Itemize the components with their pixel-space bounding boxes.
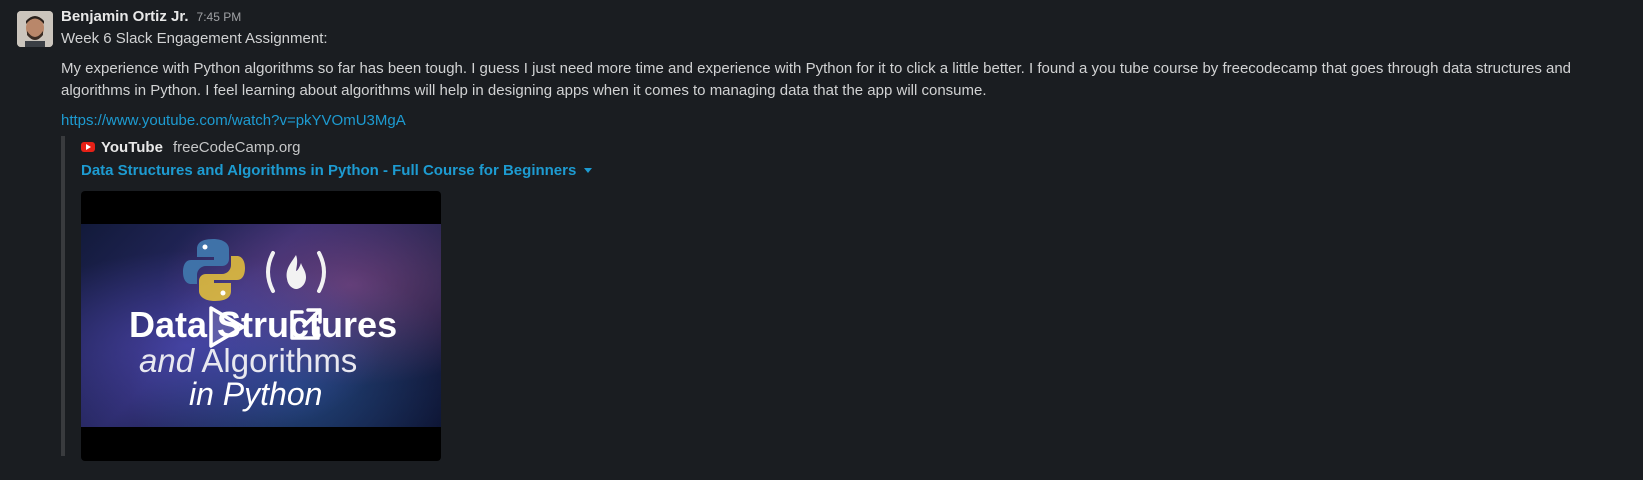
- avatar[interactable]: [17, 11, 53, 47]
- youtube-icon: [81, 142, 95, 152]
- provider-name: YouTube: [101, 138, 163, 156]
- caret-down-icon[interactable]: [584, 167, 593, 173]
- message-link[interactable]: https://www.youtube.com/watch?v=pkYVOmU3…: [61, 110, 1635, 132]
- unfurl-provider: YouTube freeCodeCamp.org: [81, 136, 1635, 158]
- play-icon[interactable]: [205, 304, 247, 350]
- message: Benjamin Ortiz Jr. 7:45 PM Week 6 Slack …: [0, 0, 1643, 480]
- video-player[interactable]: Data Structures and Algorithms in Python: [81, 191, 441, 461]
- message-content: Benjamin Ortiz Jr. 7:45 PM Week 6 Slack …: [61, 8, 1635, 461]
- link-unfurl: YouTube freeCodeCamp.org Data Structures…: [61, 136, 1635, 461]
- thumbnail-and: and: [139, 342, 195, 379]
- thumbnail-title-line2: and Algorithms: [139, 342, 357, 380]
- channel-name[interactable]: freeCodeCamp.org: [173, 139, 301, 156]
- message-paragraph: My experience with Python algorithms so …: [61, 60, 1572, 99]
- thumbnail-title-line3: in Python: [189, 376, 323, 412]
- author-name[interactable]: Benjamin Ortiz Jr.: [61, 8, 189, 25]
- video-thumbnail[interactable]: Data Structures and Algorithms in Python: [81, 224, 441, 427]
- message-timestamp[interactable]: 7:45 PM: [197, 10, 242, 24]
- message-header: Benjamin Ortiz Jr. 7:45 PM: [61, 8, 1635, 28]
- freecodecamp-logo-icon: [266, 251, 326, 293]
- python-logo-icon: [183, 239, 245, 301]
- external-link-icon[interactable]: [286, 306, 324, 344]
- unfurl-title[interactable]: Data Structures and Algorithms in Python…: [81, 162, 576, 179]
- thumbnail-title-line1: Data Structures: [129, 304, 398, 345]
- unfurl-title-row: Data Structures and Algorithms in Python…: [81, 158, 1635, 182]
- message-line: Week 6 Slack Engagement Assignment:: [61, 30, 328, 47]
